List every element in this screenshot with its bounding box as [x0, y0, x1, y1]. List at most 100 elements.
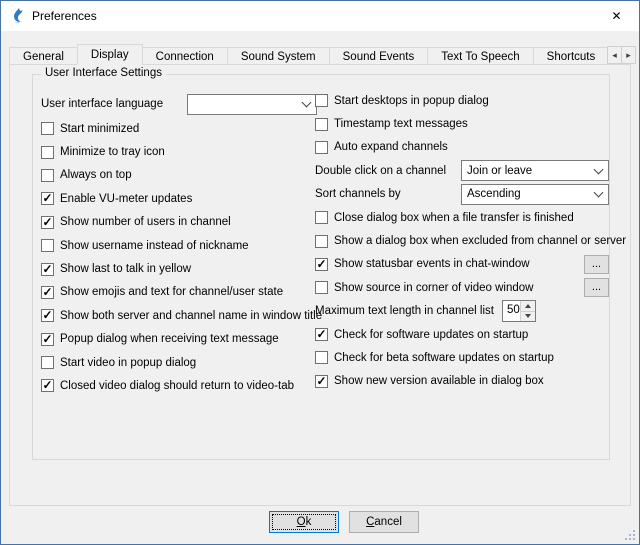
- checkbox-closed-video-return-video-tab[interactable]: Closed video dialog should return to vid…: [41, 374, 317, 397]
- tab-scroller: ◂ ▸: [608, 46, 636, 64]
- tab-scroll-right-button[interactable]: ▸: [621, 46, 636, 64]
- checkbox-box[interactable]: [315, 141, 328, 154]
- checkbox-always-on-top[interactable]: Always on top: [41, 164, 317, 187]
- checkbox-box[interactable]: [315, 258, 328, 271]
- spin-down-button[interactable]: [521, 311, 535, 322]
- checkbox-box[interactable]: [41, 169, 54, 182]
- double-click-combobox[interactable]: Join or leave: [461, 160, 609, 181]
- max-text-length-spinner[interactable]: 50: [502, 300, 536, 322]
- checkbox-enable-vu-meter[interactable]: Enable VU-meter updates: [41, 187, 317, 210]
- checkbox-label: Check for software updates on startup: [334, 329, 528, 341]
- close-button[interactable]: ✕: [594, 1, 639, 30]
- spin-down-icon: [525, 314, 531, 318]
- max-text-length-label: Maximum text length in channel list: [315, 305, 494, 317]
- checkbox-box[interactable]: [41, 356, 54, 369]
- double-click-label: Double click on a channel: [315, 165, 446, 177]
- combo-value: Join or leave: [467, 165, 532, 177]
- checkbox-start-desktops-popup[interactable]: Start desktops in popup dialog: [315, 89, 609, 112]
- checkbox-box[interactable]: [315, 375, 328, 388]
- checkbox-show-server-channel-window-title[interactable]: Show both server and channel name in win…: [41, 304, 317, 327]
- checkbox-close-dialog-file-transfer[interactable]: Close dialog box when a file transfer is…: [315, 206, 609, 229]
- double-click-channel-row: Double click on a channel Join or leave: [315, 159, 609, 182]
- group-title: User Interface Settings: [41, 67, 166, 79]
- checkbox-box[interactable]: [41, 379, 54, 392]
- combo-value: Ascending: [467, 188, 521, 200]
- cancel-button[interactable]: Cancel: [349, 511, 419, 533]
- tab-display[interactable]: Display: [77, 44, 143, 65]
- checkbox-box[interactable]: [41, 309, 54, 322]
- checkbox-label: Auto expand channels: [334, 141, 448, 153]
- checkbox-check-beta-updates[interactable]: Check for beta software updates on start…: [315, 346, 609, 369]
- checkbox-label: Start desktops in popup dialog: [334, 95, 489, 107]
- checkbox-box[interactable]: [41, 216, 54, 229]
- tab-sound-system[interactable]: Sound System: [228, 47, 330, 65]
- checkbox-box[interactable]: [41, 239, 54, 252]
- language-combobox[interactable]: [187, 94, 317, 115]
- checkbox-start-video-popup[interactable]: Start video in popup dialog: [41, 351, 317, 374]
- checkbox-label: Show last to talk in yellow: [60, 263, 191, 275]
- spin-up-button[interactable]: [521, 301, 535, 311]
- checkbox-box[interactable]: [41, 286, 54, 299]
- checkbox-label: Check for beta software updates on start…: [334, 352, 554, 364]
- checkbox-timestamp-text-messages[interactable]: Timestamp text messages: [315, 112, 609, 135]
- tab-bar: General Display Connection Sound System …: [9, 44, 618, 65]
- left-arrow-icon: ◂: [612, 50, 617, 61]
- checkbox-box[interactable]: [41, 263, 54, 276]
- checkbox-minimize-to-tray[interactable]: Minimize to tray icon: [41, 140, 317, 163]
- checkbox-start-minimized[interactable]: Start minimized: [41, 117, 317, 140]
- checkbox-label: Enable VU-meter updates: [60, 193, 192, 205]
- checkbox-label: Show number of users in channel: [60, 216, 231, 228]
- checkbox-box[interactable]: [315, 235, 328, 248]
- checkbox-box[interactable]: [315, 281, 328, 294]
- checkbox-show-number-of-users[interactable]: Show number of users in channel: [41, 211, 317, 234]
- checkbox-box[interactable]: [41, 122, 54, 135]
- resize-grip[interactable]: [633, 538, 635, 540]
- tab-scroll-left-button[interactable]: ◂: [607, 46, 622, 64]
- tab-text-to-speech[interactable]: Text To Speech: [428, 47, 533, 65]
- checkbox-box[interactable]: [315, 211, 328, 224]
- statusbar-events-row: Show statusbar events in chat-window ...: [315, 253, 609, 276]
- checkbox-auto-expand-channels[interactable]: Auto expand channels: [315, 136, 609, 159]
- checkbox-label: Popup dialog when receiving text message: [60, 333, 279, 345]
- checkbox-label: Show emojis and text for channel/user st…: [60, 286, 283, 298]
- checkbox-label: Minimize to tray icon: [60, 146, 165, 158]
- language-label: User interface language: [41, 98, 163, 110]
- chevron-down-icon: [302, 98, 312, 108]
- video-source-row: Show source in corner of video window ..…: [315, 276, 609, 299]
- checkbox-show-last-to-talk-yellow[interactable]: Show last to talk in yellow: [41, 257, 317, 280]
- checkbox-show-username-instead-nickname[interactable]: Show username instead of nickname: [41, 234, 317, 257]
- ok-button[interactable]: Ok: [269, 511, 339, 533]
- checkbox-box[interactable]: [315, 351, 328, 364]
- checkbox-show-dialog-excluded[interactable]: Show a dialog box when excluded from cha…: [315, 229, 609, 252]
- checkbox-popup-dialog-text-message[interactable]: Popup dialog when receiving text message: [41, 328, 317, 351]
- checkbox-box[interactable]: [315, 328, 328, 341]
- checkbox-box[interactable]: [41, 333, 54, 346]
- titlebar[interactable]: Preferences ✕: [1, 1, 639, 31]
- tab-shortcuts[interactable]: Shortcuts: [534, 47, 610, 65]
- close-icon: ✕: [611, 9, 621, 23]
- checkbox-label: Show source in corner of video window: [334, 282, 533, 294]
- window-title: Preferences: [32, 9, 97, 23]
- spinner-value: 50: [503, 301, 520, 321]
- checkbox-box[interactable]: [315, 94, 328, 107]
- checkbox-label: Show statusbar events in chat-window: [334, 258, 530, 270]
- checkbox-check-software-updates[interactable]: Check for software updates on startup: [315, 323, 609, 346]
- teamtalk-logo-icon: [10, 8, 26, 24]
- tab-connection[interactable]: Connection: [143, 47, 228, 65]
- checkbox-show-statusbar-events[interactable]: Show statusbar events in chat-window: [315, 258, 530, 271]
- chevron-down-icon: [594, 164, 604, 174]
- checkbox-show-new-version-dialog[interactable]: Show new version available in dialog box: [315, 370, 609, 393]
- checkbox-label: Timestamp text messages: [334, 118, 468, 130]
- checkbox-box[interactable]: [41, 146, 54, 159]
- sort-channels-label: Sort channels by: [315, 188, 401, 200]
- sort-channels-combobox[interactable]: Ascending: [461, 184, 609, 205]
- checkbox-show-emojis-text-state[interactable]: Show emojis and text for channel/user st…: [41, 281, 317, 304]
- tab-sound-events[interactable]: Sound Events: [330, 47, 429, 65]
- checkbox-box[interactable]: [315, 118, 328, 131]
- sort-channels-row: Sort channels by Ascending: [315, 183, 609, 206]
- tab-general[interactable]: General: [9, 47, 78, 65]
- checkbox-box[interactable]: [41, 192, 54, 205]
- statusbar-events-ellipsis-button[interactable]: ...: [584, 255, 609, 274]
- video-source-ellipsis-button[interactable]: ...: [584, 278, 609, 297]
- checkbox-show-source-video-window[interactable]: Show source in corner of video window: [315, 281, 533, 294]
